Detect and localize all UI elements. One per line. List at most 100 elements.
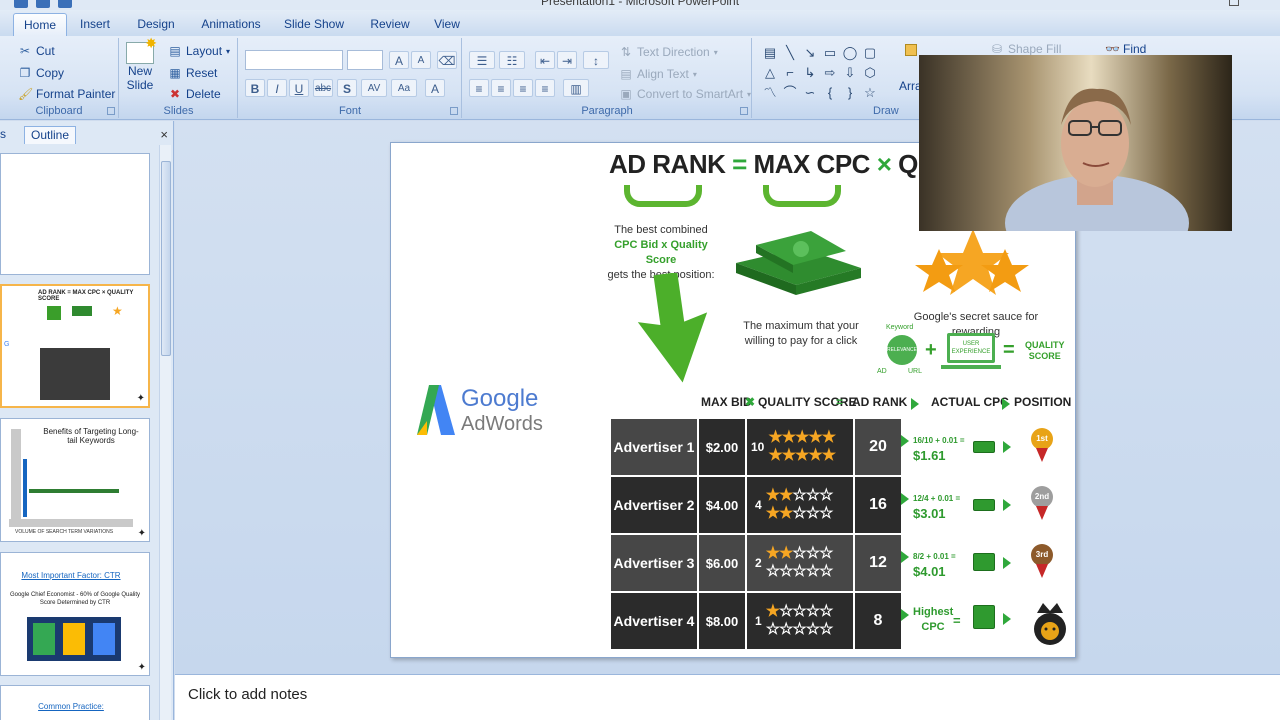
triangle-shape-icon[interactable]: △ (761, 64, 779, 82)
actual-cpc-row3: 8/2 + 0.01 = $4.01 (913, 552, 956, 579)
numbering-icon[interactable]: ☷ (499, 51, 525, 69)
gold-medal-icon: 1st (1031, 428, 1053, 450)
webcam-overlay (919, 55, 1232, 231)
layout-button[interactable]: ▤ Layout ▾ (168, 44, 230, 58)
justify-icon[interactable]: ≡ (535, 79, 555, 97)
brace-left (624, 185, 702, 207)
pane-scrollbar[interactable] (159, 145, 171, 720)
arrow-shape-icon[interactable]: ↘ (801, 44, 819, 62)
down-arrow-shape-icon[interactable]: ⇩ (841, 64, 859, 82)
row1-arrow2-icon (1003, 441, 1011, 453)
strikethrough-icon[interactable]: abc (313, 79, 333, 97)
rectangle-shape-icon[interactable]: ▭ (821, 44, 839, 62)
italic-icon[interactable]: I (267, 79, 287, 97)
tab-view[interactable]: View (427, 13, 467, 36)
right-arrow-shape-icon[interactable]: ⇨ (821, 64, 839, 82)
align-left-icon[interactable]: ≡ (469, 79, 489, 97)
slides-group: ✸ New Slide ▤ Layout ▾ ▦ Reset ✖ Delete Slid… (120, 36, 238, 118)
thumb4-image (27, 617, 121, 661)
font-group: A A ⌫ B I U abc S AV Aa A Font (239, 38, 462, 118)
cut-button[interactable]: ✂ Cut (18, 44, 55, 58)
slide-thumbnail-1[interactable] (0, 153, 150, 275)
close-pane-icon[interactable]: × (160, 127, 168, 142)
rounded-rect-shape-icon[interactable]: ▢ (861, 44, 879, 62)
grow-font-icon[interactable]: A (389, 51, 409, 69)
right-brace-shape-icon[interactable]: } (841, 84, 859, 102)
find-button[interactable]: 👓 Find (1105, 42, 1146, 56)
tab-outline[interactable]: Outline (24, 126, 76, 144)
elbow-arrow-shape-icon[interactable]: ↳ (801, 64, 819, 82)
flowchart-shape-icon[interactable]: ⬡ (861, 64, 879, 82)
slide-thumbnail-4[interactable]: Most Important Factor: CTR Google Chief … (0, 552, 150, 676)
decrease-indent-icon[interactable]: ⇤ (535, 51, 555, 69)
line-spacing-icon[interactable]: ↕ (583, 51, 609, 69)
bullets-icon[interactable]: ☰ (469, 51, 495, 69)
slide-thumbnail-5[interactable]: Common Practice: (0, 685, 150, 720)
tab-review[interactable]: Review (364, 13, 416, 36)
align-right-icon[interactable]: ≡ (513, 79, 533, 97)
slide-thumbnail-2[interactable]: AD RANK = MAX CPC × QUALITY SCORE ★ G ✦ (0, 284, 150, 408)
max-willing-text: The maximum that your willing to pay for… (743, 320, 859, 347)
elbow-connector-shape-icon[interactable]: ⌐ (781, 64, 799, 82)
underline-icon[interactable]: U (289, 79, 309, 97)
clipboard-launcher-icon[interactable] (107, 107, 115, 115)
left-brace-shape-icon[interactable]: { (821, 84, 839, 102)
align-center-icon[interactable]: ≡ (491, 79, 511, 97)
change-case-icon[interactable]: Aa (391, 79, 417, 97)
tab-animations[interactable]: Animations (196, 13, 266, 36)
slide-thumbnail-3[interactable]: Benefits of Targeting Long-tail Keywords… (0, 418, 150, 542)
text-direction-button[interactable]: ⇅ Text Direction ▾ (619, 45, 718, 59)
pane-tabs: s Outline × (0, 124, 174, 144)
star-shape-icon[interactable]: ☆ (861, 84, 879, 102)
header-ad-rank: AD RANK (852, 395, 908, 409)
paragraph-launcher-icon[interactable] (740, 107, 748, 115)
tab-slide-show[interactable]: Slide Show (279, 13, 349, 36)
textbox-shape-icon[interactable]: ▤ (761, 44, 779, 62)
row3-arrow2-icon (1003, 557, 1011, 569)
pane-scrollbar-thumb[interactable] (161, 161, 171, 356)
thumb-star-icon: ✦ (137, 662, 146, 673)
format-painter-button[interactable]: 🖌 Format Painter (18, 87, 115, 101)
restore-window-icon[interactable] (1229, 0, 1239, 6)
notes-pane[interactable]: Click to add notes (175, 674, 1280, 720)
shrink-font-icon[interactable]: A (411, 51, 431, 69)
oval-shape-icon[interactable]: ◯ (841, 44, 859, 62)
arc-shape-icon[interactable]: ⌒ (781, 84, 799, 102)
thumb3-bar (23, 459, 27, 517)
freeform-shape-icon[interactable]: 〽 (761, 84, 779, 102)
medal-ribbon (1036, 564, 1048, 578)
notes-placeholder[interactable]: Click to add notes (188, 686, 307, 703)
columns-icon[interactable]: ▥ (563, 79, 589, 97)
align-text-button[interactable]: ▤ Align Text ▾ (619, 67, 697, 81)
curve-shape-icon[interactable]: ∽ (801, 84, 819, 102)
paragraph-group-label: Paragraph (581, 105, 633, 117)
character-spacing-icon[interactable]: AV (361, 79, 387, 97)
tab-slides[interactable]: s (0, 126, 10, 144)
font-launcher-icon[interactable] (450, 107, 458, 115)
thumb3-xaxis-arrow (9, 519, 133, 527)
drawing-group-label: Draw (873, 105, 899, 117)
tab-insert[interactable]: Insert (72, 13, 118, 36)
cash-stack-icon (736, 231, 861, 295)
clear-formatting-icon[interactable]: ⌫ (437, 51, 457, 69)
bold-icon[interactable]: B (245, 79, 265, 97)
font-size-select[interactable] (347, 50, 383, 70)
font-color-icon[interactable]: A (425, 79, 445, 97)
shape-fill-button[interactable]: ⛁ Shape Fill (990, 42, 1061, 56)
row1-arrow-icon (901, 435, 909, 447)
header-arrow-1-icon (911, 398, 919, 410)
line-shape-icon[interactable]: ╲ (781, 44, 799, 62)
header-times-sign: ✖ (745, 395, 756, 409)
shadow-icon[interactable]: S (337, 79, 357, 97)
copy-button[interactable]: ❐ Copy (18, 66, 64, 80)
thumb3-xaxis-label: VOLUME OF SEARCH TERM VARIATIONS (15, 529, 114, 535)
increase-indent-icon[interactable]: ⇥ (557, 51, 577, 69)
reset-button[interactable]: ▦ Reset (168, 66, 217, 80)
convert-smartart-button[interactable]: ▣ Convert to SmartArt ▾ (619, 87, 751, 101)
font-family-select[interactable] (245, 50, 343, 70)
tab-design[interactable]: Design (130, 13, 182, 36)
delete-slide-button[interactable]: ✖ Delete (168, 87, 221, 101)
new-slide-button[interactable]: ✸ New Slide (126, 36, 157, 92)
tab-home[interactable]: Home (13, 13, 67, 36)
scissors-icon: ✂ (19, 44, 31, 58)
